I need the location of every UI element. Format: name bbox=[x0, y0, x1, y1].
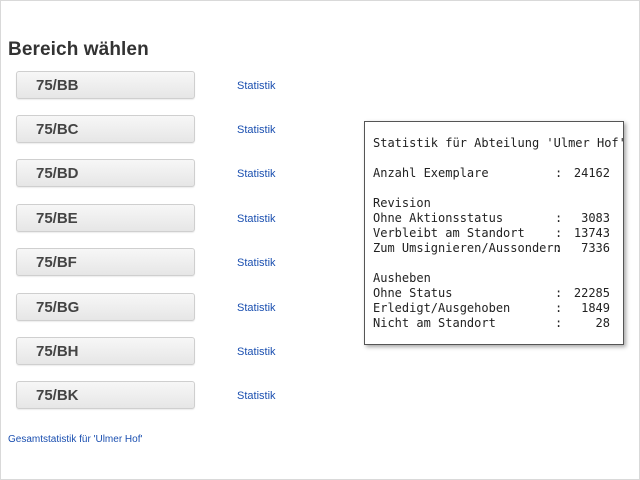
area-row: 75/BH Statistik bbox=[16, 337, 316, 367]
page-title: Bereich wählen bbox=[8, 39, 149, 60]
area-button-label: 75/BB bbox=[36, 77, 79, 94]
statistik-link-75-bc[interactable]: Statistik bbox=[237, 124, 276, 136]
stats-colon: : bbox=[555, 241, 563, 255]
stats-value-row: 13743 bbox=[573, 226, 610, 240]
stats-label-row: Erledigt/Ausgehoben bbox=[373, 301, 511, 315]
area-row: 75/BG Statistik bbox=[16, 293, 316, 323]
area-button-75-bg[interactable]: 75/BG bbox=[16, 293, 195, 321]
area-button-75-be[interactable]: 75/BE bbox=[16, 204, 195, 232]
stats-value-row: 1849 bbox=[581, 301, 610, 315]
area-button-label: 75/BH bbox=[36, 343, 79, 360]
stats-label-row: Ohne Status bbox=[373, 286, 453, 300]
area-button-label: 75/BF bbox=[36, 254, 77, 271]
area-row: 75/BE Statistik bbox=[16, 204, 316, 234]
statistik-link-75-be[interactable]: Statistik bbox=[237, 213, 276, 225]
area-button-75-bc[interactable]: 75/BC bbox=[16, 115, 195, 143]
statistik-link-75-bg[interactable]: Statistik bbox=[237, 302, 276, 314]
area-row: 75/BD Statistik bbox=[16, 159, 316, 189]
stats-heading: Statistik für Abteilung 'Ulmer Hof' bbox=[373, 136, 626, 150]
stats-colon: : bbox=[555, 316, 563, 330]
statistik-link-75-bf[interactable]: Statistik bbox=[237, 257, 276, 269]
area-button-label: 75/BD bbox=[36, 165, 79, 182]
statistik-link-75-bb[interactable]: Statistik bbox=[237, 80, 276, 92]
stats-label-row: Verbleibt am Standort bbox=[373, 226, 525, 240]
statistik-link-75-bd[interactable]: Statistik bbox=[237, 168, 276, 180]
area-button-label: 75/BG bbox=[36, 299, 80, 316]
stats-label-row: Ohne Aktionsstatus bbox=[373, 211, 504, 225]
area-button-label: 75/BC bbox=[36, 121, 79, 138]
stats-value-row: 7336 bbox=[581, 241, 610, 255]
stats-label-row: Nicht am Standort bbox=[373, 316, 496, 330]
area-button-75-bb[interactable]: 75/BB bbox=[16, 71, 195, 99]
area-row: 75/BB Statistik bbox=[16, 71, 316, 101]
stats-value-row: 28 bbox=[595, 316, 610, 330]
stats-value-row: 3083 bbox=[581, 211, 610, 225]
area-button-label: 75/BK bbox=[36, 387, 79, 404]
stats-colon: : bbox=[555, 286, 563, 300]
area-button-75-bf[interactable]: 75/BF bbox=[16, 248, 195, 276]
stats-colon: : bbox=[555, 301, 563, 315]
stats-value-copies: 24162 bbox=[573, 166, 610, 180]
stats-label-copies: Anzahl Exemplare bbox=[373, 166, 489, 180]
total-statistics-link[interactable]: Gesamtstatistik für 'Ulmer Hof' bbox=[8, 434, 142, 445]
stats-colon: : bbox=[555, 166, 563, 180]
statistik-link-75-bk[interactable]: Statistik bbox=[237, 390, 276, 402]
stats-section-revision: Revision bbox=[373, 196, 431, 210]
statistics-panel: Statistik für Abteilung 'Ulmer Hof' Anza… bbox=[364, 121, 626, 345]
area-button-75-bd[interactable]: 75/BD bbox=[16, 159, 195, 187]
stats-label-row: Zum Umsignieren/Aussondern bbox=[373, 241, 561, 255]
area-row: 75/BF Statistik bbox=[16, 248, 316, 278]
stats-section-ausheben: Ausheben bbox=[373, 271, 431, 285]
area-row: 75/BC Statistik bbox=[16, 115, 316, 145]
area-row: 75/BK Statistik bbox=[16, 381, 316, 411]
area-button-75-bh[interactable]: 75/BH bbox=[16, 337, 195, 365]
area-button-75-bk[interactable]: 75/BK bbox=[16, 381, 195, 409]
stats-value-row: 22285 bbox=[573, 286, 610, 300]
statistik-link-75-bh[interactable]: Statistik bbox=[237, 346, 276, 358]
stats-colon: : bbox=[555, 211, 563, 225]
area-button-label: 75/BE bbox=[36, 210, 78, 227]
stats-colon: : bbox=[555, 226, 563, 240]
